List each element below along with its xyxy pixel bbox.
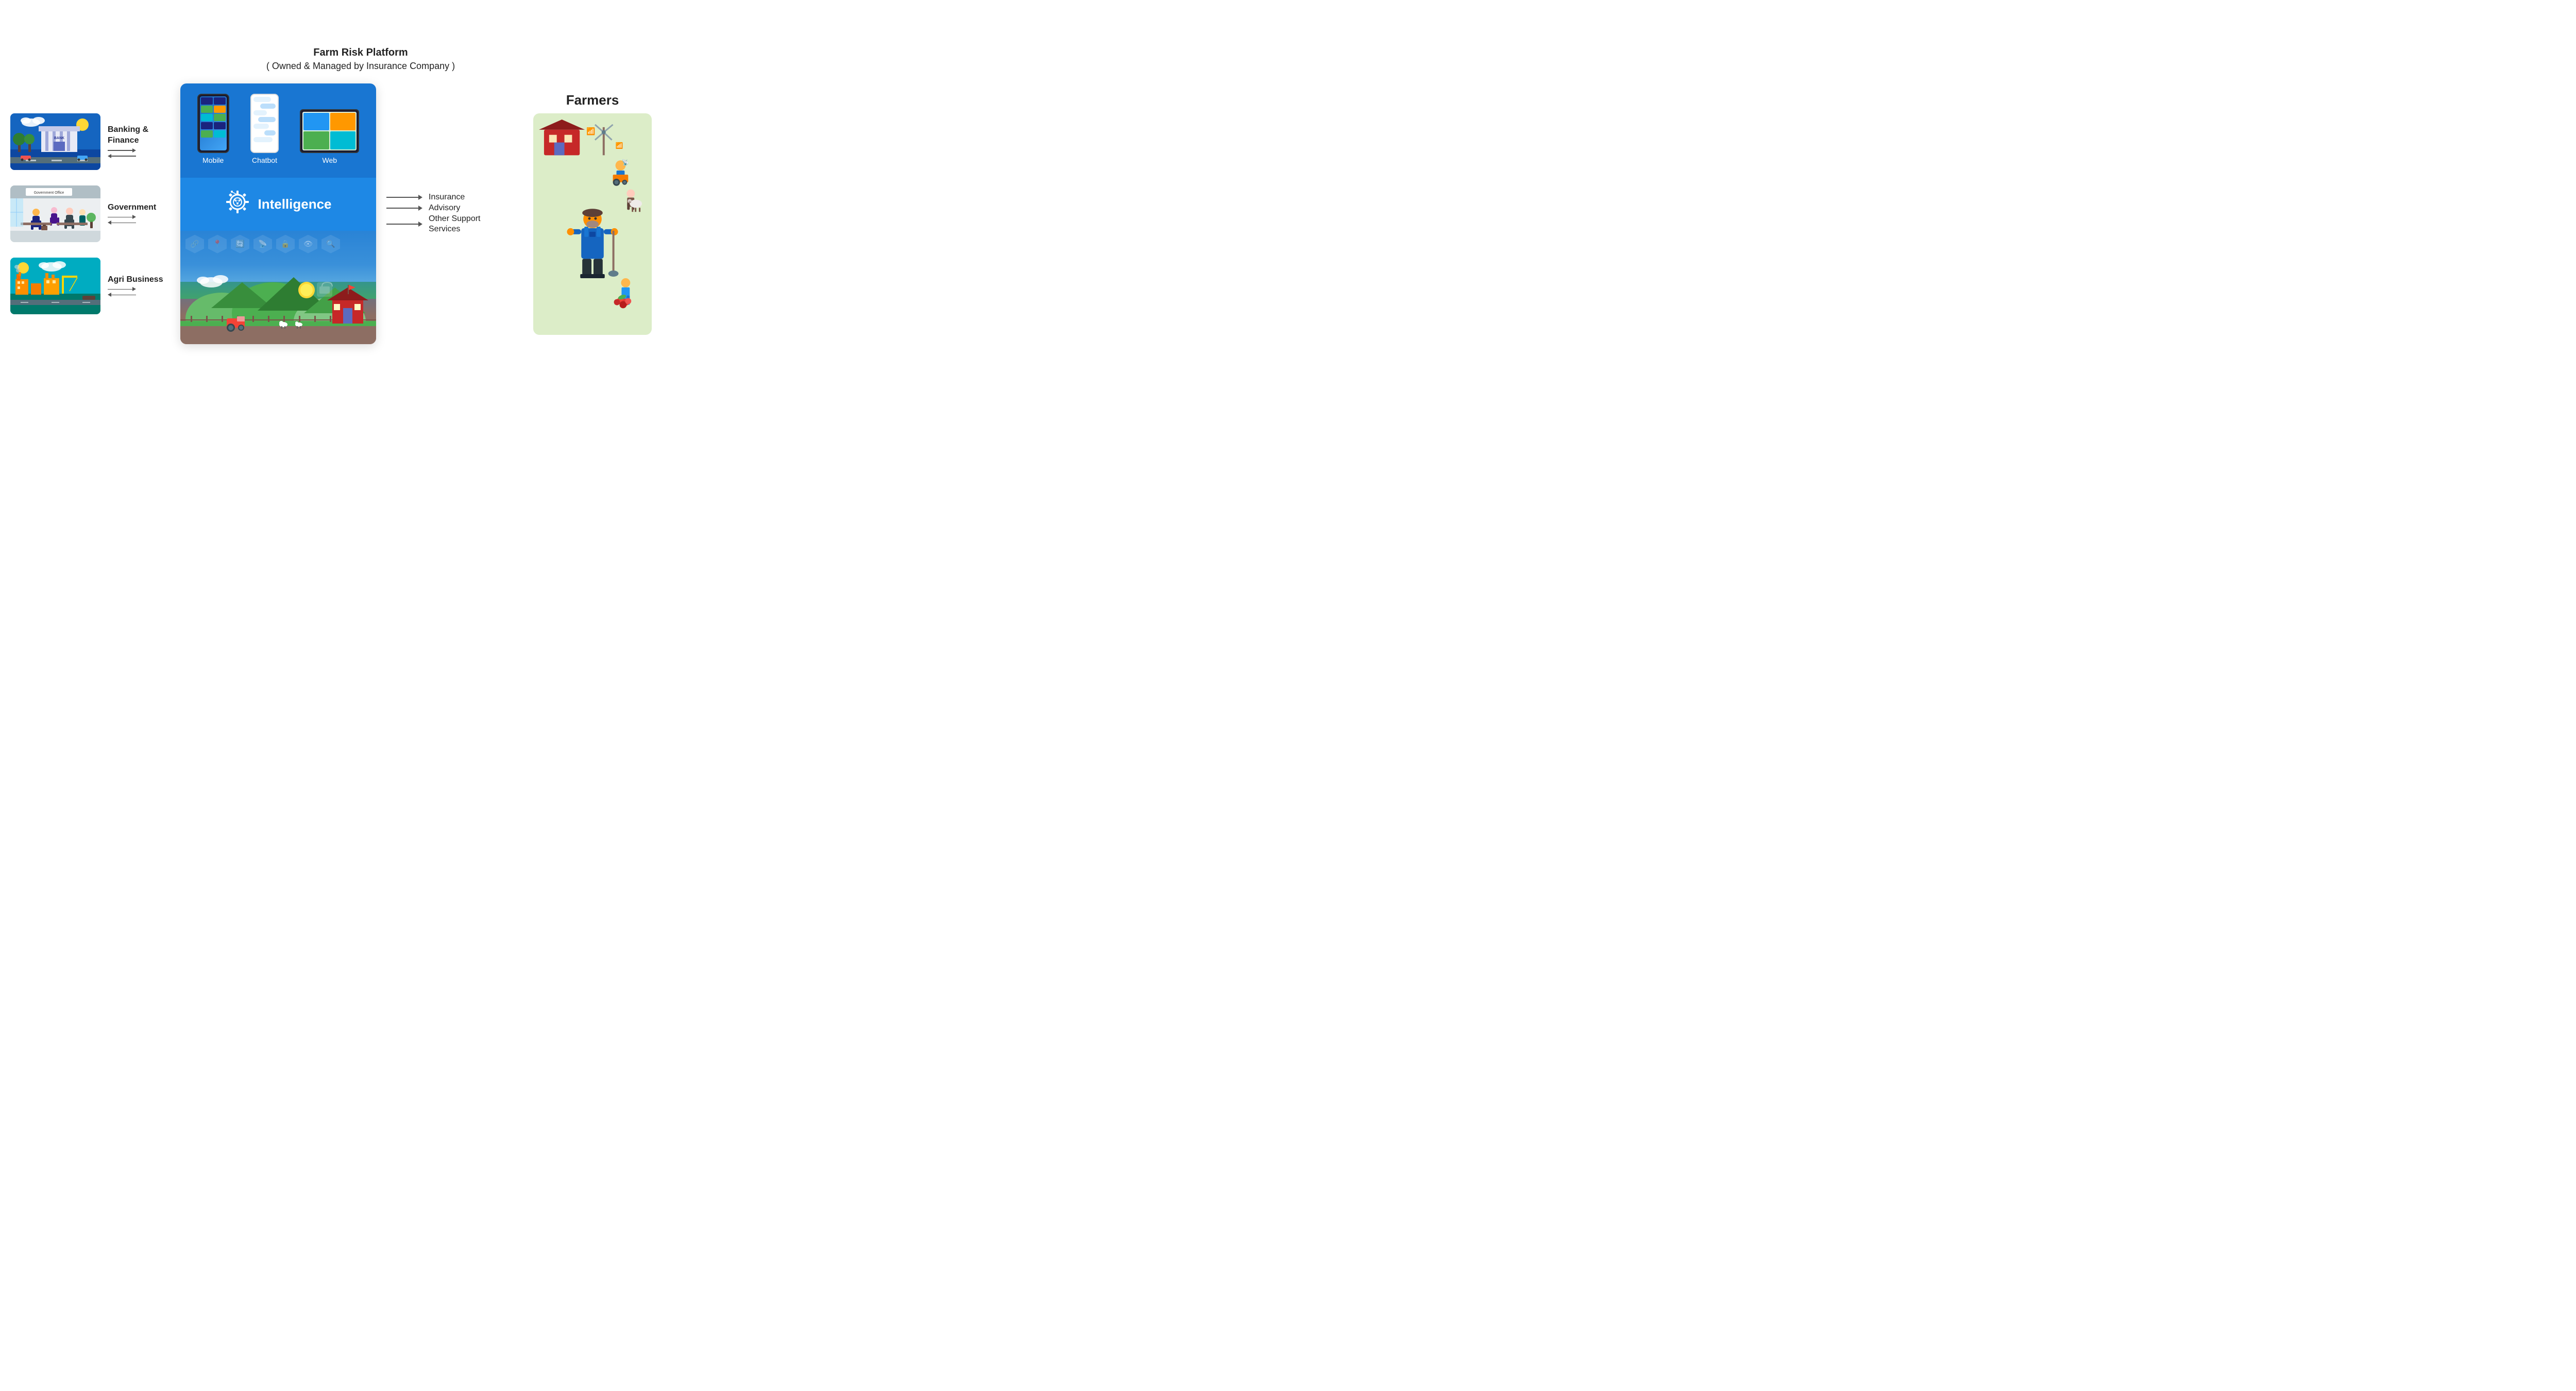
agri-entity: Agri Business — [10, 258, 175, 314]
platform-channels: Mobile Chatbot — [189, 94, 368, 164]
insurance-service-row: Insurance — [386, 192, 515, 203]
advisory-label: Advisory — [429, 203, 460, 214]
government-arrow — [108, 215, 136, 225]
platform-intelligence: Intelligence — [180, 178, 376, 231]
right-services-col: Insurance Advisory — [381, 177, 515, 250]
banking-label-group: Banking & Finance — [108, 125, 148, 158]
service-rows: Insurance Advisory — [386, 177, 515, 250]
government-image: Government Office — [10, 185, 100, 242]
hex-5: 🔒 — [276, 235, 295, 253]
svg-text:📶: 📶 — [616, 142, 623, 149]
hex-7: 🔍 — [321, 235, 340, 253]
mobile-label: Mobile — [202, 156, 224, 164]
mobile-mockup — [197, 94, 229, 153]
government-label-group: Government — [108, 202, 156, 225]
web-mockup — [300, 109, 359, 153]
agri-image — [10, 258, 100, 314]
agri-arrow — [108, 287, 136, 297]
hex-4: 📡 — [253, 235, 272, 253]
insurance-label: Insurance — [429, 192, 465, 203]
agri-label-group: Agri Business — [108, 275, 163, 297]
farmers-title: Farmers — [566, 92, 619, 108]
mobile-channel: Mobile — [197, 94, 229, 164]
farmers-card: 📶 📶 📡 — [533, 113, 652, 335]
farmers-illustration: 📶 📶 📡 — [536, 120, 649, 329]
banking-image: BANK — [10, 113, 100, 170]
platform-title: Farm Risk Platform ( Owned & Managed by … — [266, 45, 455, 73]
hex-3: 🔄 — [231, 235, 249, 253]
web-channel: Web — [300, 109, 359, 164]
platform-landscape: 🔗 📍 🔄 📡 🔒 👁 🔍 — [180, 231, 376, 344]
main-row: BANK Banking & Finance — [10, 83, 711, 344]
chatbot-label: Chatbot — [252, 156, 277, 164]
other-support-service-row: Other Support Services — [386, 214, 515, 235]
chatbot-channel: Chatbot — [250, 94, 279, 164]
hex-6: 👁 — [299, 235, 317, 253]
svg-text:Government Office: Government Office — [34, 191, 64, 195]
title-main: Farm Risk Platform — [266, 45, 455, 60]
government-label: Government — [108, 202, 156, 213]
platform-top: Mobile Chatbot — [180, 83, 376, 178]
svg-text:📡: 📡 — [622, 159, 629, 166]
other-support-label: Other Support Services — [429, 214, 481, 235]
svg-text:📶: 📶 — [586, 127, 595, 136]
banking-label: Banking & Finance — [108, 125, 148, 146]
left-column: BANK Banking & Finance — [10, 113, 175, 314]
banking-arrow — [108, 148, 136, 158]
other-support-arrow — [386, 222, 422, 227]
advisory-arrow — [386, 206, 422, 211]
insurance-arrow — [386, 195, 422, 200]
hex-1: 🔗 — [185, 235, 204, 253]
farmers-col: Farmers — [531, 92, 654, 335]
center-platform: Mobile Chatbot — [180, 83, 376, 344]
advisory-service-row: Advisory — [386, 203, 515, 214]
title-sub: ( Owned & Managed by Insurance Company ) — [266, 60, 455, 73]
banking-entity: BANK Banking & Finance — [10, 113, 175, 170]
government-entity: Government Office — [10, 185, 175, 242]
agri-label: Agri Business — [108, 275, 163, 285]
web-label: Web — [323, 156, 337, 164]
mobile-screen — [200, 96, 227, 150]
chatbot-mockup — [250, 94, 279, 153]
hex-2: 📍 — [208, 235, 227, 253]
intelligence-icon — [225, 189, 250, 219]
diagram-container: Farm Risk Platform ( Owned & Managed by … — [10, 45, 711, 344]
svg-text:BANK: BANK — [54, 137, 64, 140]
intelligence-label: Intelligence — [258, 196, 331, 212]
